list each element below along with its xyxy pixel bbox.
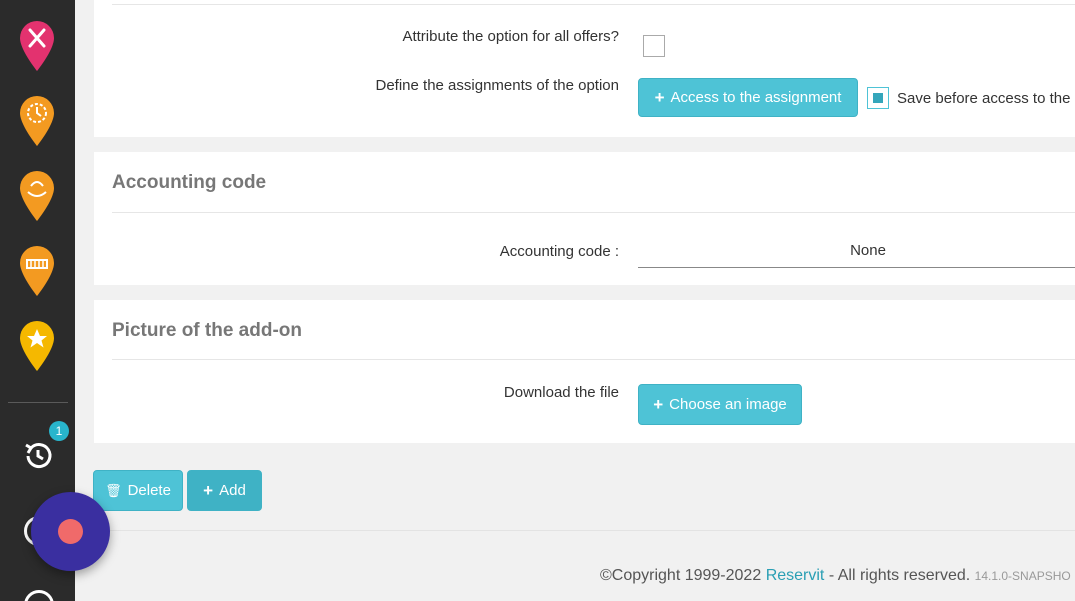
trash-icon: 🗑 bbox=[105, 482, 122, 498]
accounting-code-select[interactable]: None bbox=[638, 233, 1075, 268]
access-assignment-label: Access to the assignment bbox=[670, 89, 842, 106]
delete-label: Delete bbox=[127, 482, 171, 499]
rights-text: - All rights reserved. bbox=[828, 567, 971, 584]
record-button[interactable] bbox=[31, 492, 110, 571]
add-label: Add bbox=[219, 482, 246, 499]
history-badge: 1 bbox=[49, 421, 69, 441]
plus-icon: + bbox=[654, 87, 665, 107]
download-label: Download the file bbox=[503, 384, 619, 401]
assign-label: Define the assignments of the option bbox=[375, 77, 620, 94]
add-button[interactable]: + Add bbox=[187, 470, 262, 511]
save-before-checkbox[interactable] bbox=[867, 87, 889, 109]
plus-icon: + bbox=[653, 394, 664, 414]
accounting-panel: Accounting code Accounting code : None bbox=[94, 152, 1075, 285]
divider bbox=[112, 4, 1075, 5]
footer-divider bbox=[94, 530, 1075, 531]
restaurant-pin-icon[interactable] bbox=[18, 20, 56, 72]
star-pin-icon[interactable] bbox=[18, 320, 56, 372]
plus-icon: + bbox=[203, 480, 214, 500]
option-panel: Attribute the option for all offers? Def… bbox=[94, 0, 1075, 137]
group-pin-icon[interactable] bbox=[18, 245, 56, 297]
spa-pin-icon[interactable] bbox=[18, 170, 56, 222]
copyright-text: ©Copyright 1999-2022 bbox=[600, 567, 762, 584]
delete-button[interactable]: 🗑 Delete bbox=[93, 470, 183, 511]
accounting-label: Accounting code : bbox=[499, 243, 619, 260]
accounting-title: Accounting code bbox=[112, 172, 267, 193]
record-dot-icon bbox=[58, 519, 83, 544]
account-icon[interactable] bbox=[24, 590, 54, 601]
choose-image-label: Choose an image bbox=[669, 396, 787, 413]
picture-title: Picture of the add-on bbox=[112, 320, 302, 341]
access-assignment-button[interactable]: + Access to the assignment bbox=[638, 78, 858, 117]
footer: ©Copyright 1999-2022 Reservit - All righ… bbox=[600, 567, 1071, 585]
divider bbox=[112, 212, 1075, 213]
divider bbox=[112, 359, 1075, 360]
save-before-label: Save before access to the s bbox=[897, 90, 1075, 107]
history-icon[interactable] bbox=[22, 440, 54, 472]
choose-image-button[interactable]: + Choose an image bbox=[638, 384, 802, 425]
sidebar-divider bbox=[8, 402, 68, 403]
clock-pin-icon[interactable] bbox=[18, 95, 56, 147]
attribute-label: Attribute the option for all offers? bbox=[402, 28, 619, 45]
version-text: 14.1.0-SNAPSHO bbox=[974, 569, 1071, 583]
reservit-link[interactable]: Reservit bbox=[766, 567, 825, 584]
attribute-checkbox[interactable] bbox=[643, 35, 665, 57]
picture-panel: Picture of the add-on Download the file … bbox=[94, 300, 1075, 443]
